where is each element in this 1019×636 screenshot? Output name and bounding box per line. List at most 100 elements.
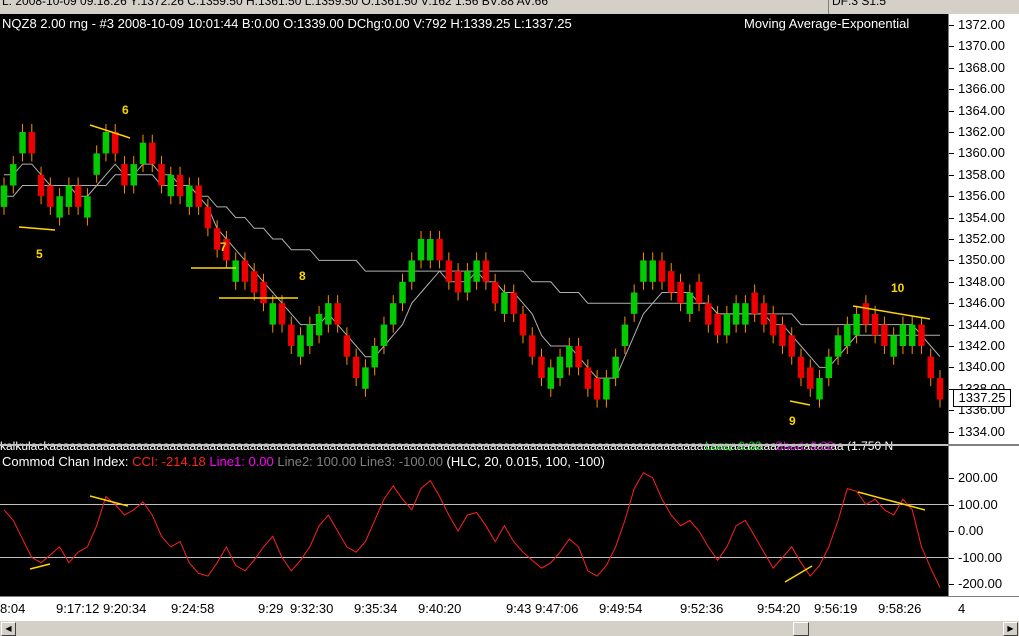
price-tick-label: 1358.00 — [958, 166, 1005, 182]
price-bar-body — [797, 356, 805, 379]
price-bar-body — [547, 367, 555, 389]
wave-line — [18, 226, 56, 231]
price-bar-body — [195, 185, 202, 207]
price-tick-mark — [949, 367, 954, 369]
price-tick-label: 1334.00 — [958, 423, 1005, 439]
price-bar-body — [37, 174, 45, 197]
time-label: 4 — [958, 601, 966, 616]
price-tick-label: 1348.00 — [958, 273, 1005, 289]
indicator-name: Moving Average-Exponential — [744, 16, 910, 31]
price-chart-header: NQZ8 2.00 rng - #3 2008-10-09 10:01:44 B… — [2, 16, 572, 31]
pane-divider[interactable] — [0, 444, 1019, 446]
cci-params: (HLC, 20, 0.015, 100, -100) — [446, 454, 605, 469]
cci-header: Commod Chan Index: CCI: -214.18 Line1: 0… — [2, 454, 605, 469]
cci-line3: Line3: -100.00 — [359, 454, 443, 469]
price-bar-body — [566, 346, 573, 368]
cci-tick-label: -100.00 — [958, 549, 1003, 565]
price-tick-mark — [949, 25, 954, 26]
price-tick-mark — [949, 431, 954, 433]
price-bar-body — [417, 239, 425, 261]
time-label: 9:24:58 — [171, 601, 215, 616]
quote-strip-right: DF:3 S1:5 — [832, 0, 887, 8]
wave-label-10: 10 — [891, 281, 905, 295]
price-bar-body — [862, 303, 870, 325]
price-tick-mark — [949, 239, 954, 240]
cci-chart-pane[interactable] — [0, 454, 948, 596]
price-tick-label: 1352.00 — [958, 231, 1005, 246]
price-bar-body — [167, 174, 175, 197]
price-bar-body — [473, 260, 480, 282]
price-axis[interactable]: 1372.00 1370.00 1368.00 1366.00 1364.00 1362.… — [948, 14, 1019, 596]
axis-divider — [949, 444, 1019, 446]
price-chart-pane[interactable] — [0, 14, 948, 444]
price-bar-body — [427, 239, 434, 261]
price-bar-body — [575, 346, 582, 368]
cci-line — [3, 472, 941, 588]
price-bar-body — [816, 378, 823, 400]
price-bar-body — [56, 196, 63, 218]
price-bar-body — [908, 324, 916, 346]
time-label: 9:56:19 — [814, 601, 858, 616]
price-tick-label: 1362.00 — [958, 124, 1005, 139]
cci-chart-svg — [0, 472, 948, 588]
scroll-right-button[interactable]: ▶ — [1003, 622, 1018, 636]
price-bar-body — [760, 303, 768, 325]
price-bar-body — [158, 164, 165, 186]
price-bar-body — [362, 367, 369, 389]
cci-tick-label: 0.00 — [958, 523, 984, 538]
price-bar-body — [677, 281, 684, 304]
price-tick-label: 1370.00 — [958, 38, 1005, 54]
price-bar-body — [714, 313, 721, 336]
price-bar-body — [732, 303, 740, 325]
price-bar-body — [871, 313, 879, 336]
price-bar-body — [149, 142, 156, 165]
time-axis[interactable]: 8:04 9:17:12 9:20:34 9:24:58 9:29 9:32:30 9:35… — [0, 596, 1019, 621]
price-bar-body — [343, 335, 351, 357]
price-tick-mark — [949, 46, 954, 48]
price-bar-body — [0, 185, 8, 207]
cci-tick-label: -200.00 — [958, 576, 1003, 591]
price-bar-body — [389, 303, 397, 325]
price-bar-body — [454, 271, 462, 293]
price-tick-label: 1360.00 — [958, 145, 1005, 161]
price-bar-body — [111, 132, 119, 154]
wave-label-7: 7 — [220, 240, 227, 254]
scroll-left-button[interactable]: ◀ — [1, 622, 16, 636]
price-bar-body — [297, 335, 304, 357]
price-bar-body — [649, 260, 656, 282]
price-bar-body — [899, 324, 907, 346]
price-tick-mark — [949, 346, 954, 347]
strip-separator — [828, 0, 829, 14]
price-tick-mark — [949, 174, 954, 176]
time-label: 9:32:30 — [290, 601, 334, 616]
price-bar-body — [102, 132, 110, 154]
scroll-thumb[interactable] — [793, 622, 809, 636]
price-tick-mark — [949, 67, 954, 69]
cci-tick-mark — [949, 504, 954, 506]
price-bar-body — [723, 313, 731, 336]
price-bar-body — [130, 164, 137, 186]
price-tick-mark — [949, 324, 954, 326]
price-bar-body — [890, 335, 897, 357]
price-bar-body — [139, 142, 147, 165]
price-tick-label: 1368.00 — [958, 59, 1005, 75]
price-bar-body — [584, 367, 592, 389]
price-tick-mark — [949, 132, 954, 133]
price-bar-body — [834, 335, 842, 357]
price-tick-label: 1356.00 — [958, 188, 1005, 204]
cci-tick-mark — [949, 531, 954, 532]
price-bar-body — [241, 260, 249, 282]
price-bar-body — [74, 185, 82, 207]
wave-label-8: 8 — [299, 269, 306, 283]
price-bar-body — [491, 281, 499, 304]
cci-tick-mark — [949, 557, 954, 559]
cci-name: Commod Chan Index: — [2, 454, 129, 469]
price-bar-body — [260, 281, 267, 304]
quote-strip-text: L: 2008-10-09 09:18:26 Y:1372.26 C:1359.… — [2, 0, 548, 8]
price-bar-body — [807, 367, 814, 389]
horizontal-scrollbar[interactable]: ◀ ▶ — [0, 620, 1019, 636]
price-tick-mark — [949, 281, 954, 283]
price-bar-body — [510, 292, 517, 314]
price-tick-label: 1366.00 — [958, 81, 1005, 97]
wave-label-9: 9 — [789, 414, 796, 428]
